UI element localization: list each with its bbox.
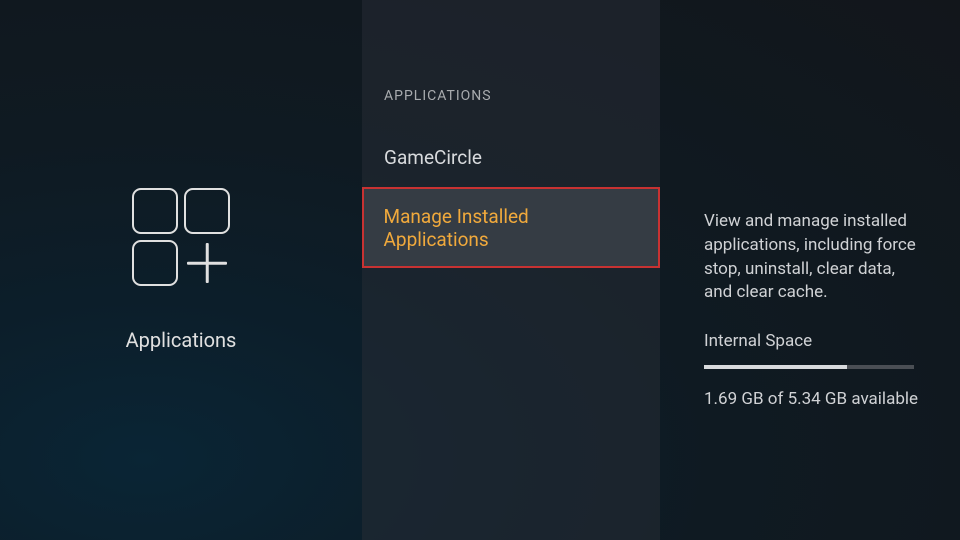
storage-progress-bar [704, 365, 914, 369]
storage-progress-fill [704, 365, 847, 369]
menu-item-manage-installed-applications[interactable]: Manage Installed Applications [362, 187, 660, 268]
menu-panel: APPLICATIONS GameCircle Manage Installed… [362, 0, 660, 540]
details-panel: View and manage installed applications, … [660, 0, 960, 540]
app-grid-plus-icon [184, 240, 230, 286]
left-panel: Applications [0, 0, 362, 540]
page-title: Applications [126, 328, 237, 352]
applications-icon [132, 188, 230, 286]
app-grid-square-icon [184, 188, 230, 234]
app-grid-square-icon [132, 240, 178, 286]
storage-details: 1.69 GB of 5.34 GB available [704, 389, 922, 409]
app-grid-square-icon [132, 188, 178, 234]
storage-label: Internal Space [704, 331, 922, 351]
menu-item-gamecircle[interactable]: GameCircle [362, 128, 660, 187]
item-description: View and manage installed applications, … [704, 210, 922, 305]
section-header: APPLICATIONS [362, 88, 660, 128]
